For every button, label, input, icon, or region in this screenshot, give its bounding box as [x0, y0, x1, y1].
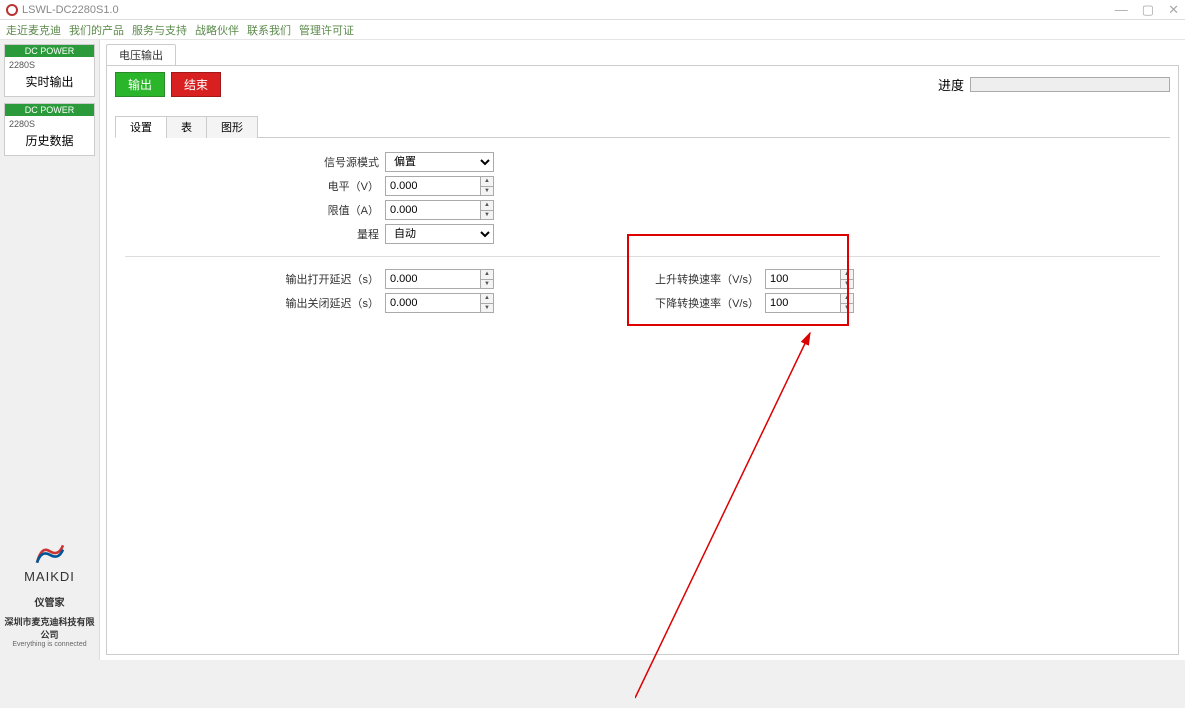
spin-up-icon[interactable]: ▲ — [481, 294, 493, 304]
limit-input[interactable] — [385, 200, 480, 220]
close-delay-label: 输出关闭延迟（s） — [125, 295, 385, 311]
menubar: 走近麦克迪 我们的产品 服务与支持 战略伙伴 联系我们 管理许可证 — [0, 20, 1185, 40]
fall-rate-input[interactable] — [765, 293, 840, 313]
titlebar-left: LSWL-DC2280S1.0 — [6, 4, 119, 16]
range-select[interactable]: 自动 — [385, 224, 494, 244]
end-button[interactable]: 结束 — [171, 72, 221, 97]
spin-up-icon[interactable]: ▲ — [841, 294, 853, 304]
open-delay-label: 输出打开延迟（s） — [125, 271, 385, 287]
titlebar: LSWL-DC2280S1.0 ― ▢ ✕ — [0, 0, 1185, 20]
rise-rate-input[interactable] — [765, 269, 840, 289]
spin-up-icon[interactable]: ▲ — [481, 201, 493, 211]
menu-item-contact[interactable]: 联系我们 — [247, 22, 291, 38]
spin-down-icon[interactable]: ▼ — [481, 304, 493, 313]
spin-up-icon[interactable]: ▲ — [481, 270, 493, 280]
spin-down-icon[interactable]: ▼ — [481, 211, 493, 220]
brand-logo-icon — [32, 541, 68, 567]
limit-label: 限值（A） — [125, 202, 385, 218]
divider — [125, 256, 1160, 257]
spin-up-icon[interactable]: ▲ — [481, 177, 493, 187]
brand-sub: 仪管家 — [4, 594, 95, 609]
progress-label: 进度 — [938, 75, 964, 94]
close-delay-input[interactable] — [385, 293, 480, 313]
sidebar-brand: MAIKDI 仪管家 深圳市麦克迪科技有限公司 Everything is co… — [4, 541, 95, 656]
minimize-icon[interactable]: ― — [1115, 2, 1128, 18]
spin-down-icon[interactable]: ▼ — [481, 187, 493, 196]
sidebar: DC POWER 2280S 实时输出 DC POWER 2280S 历史数据 … — [0, 40, 100, 660]
card-model: 2280S — [9, 60, 90, 70]
rise-rate-label: 上升转换速率（V/s） — [645, 271, 765, 287]
spin-down-icon[interactable]: ▼ — [481, 280, 493, 289]
brand-company: 深圳市麦克迪科技有限公司 — [4, 615, 95, 641]
main-panel: 输出 结束 进度 设置 表 图形 信号源模式 — [106, 65, 1179, 655]
window-title: LSWL-DC2280S1.0 — [22, 4, 119, 16]
spin-down-icon[interactable]: ▼ — [841, 280, 853, 289]
menu-item-service[interactable]: 服务与支持 — [132, 22, 187, 38]
menu-item-partners[interactable]: 战略伙伴 — [195, 22, 239, 38]
level-label: 电平（V） — [125, 178, 385, 194]
fall-rate-label: 下降转换速率（V/s） — [645, 295, 765, 311]
form-area: 信号源模式 偏置 电平（V） ▲▼ — [115, 138, 1170, 331]
output-button[interactable]: 输出 — [115, 72, 165, 97]
card-model: 2280S — [9, 119, 90, 129]
brand-name: MAIKDI — [4, 569, 95, 584]
annotation-arrow-icon — [635, 328, 835, 708]
sidebar-card-realtime[interactable]: DC POWER 2280S 实时输出 — [4, 44, 95, 97]
open-delay-input[interactable] — [385, 269, 480, 289]
brand-tag: Everything is connected — [4, 641, 95, 648]
card-label: 实时输出 — [9, 73, 90, 90]
sidebar-card-history[interactable]: DC POWER 2280S 历史数据 — [4, 103, 95, 156]
main-tab-voltage-output[interactable]: 电压输出 — [106, 44, 176, 65]
range-label: 量程 — [125, 226, 385, 242]
app-icon — [6, 4, 18, 16]
signal-mode-select[interactable]: 偏置 — [385, 152, 494, 172]
spin-up-icon[interactable]: ▲ — [841, 270, 853, 280]
progress-bar — [970, 77, 1170, 92]
card-label: 历史数据 — [9, 132, 90, 149]
maximize-icon[interactable]: ▢ — [1142, 2, 1154, 18]
card-header: DC POWER — [5, 104, 94, 116]
level-input[interactable] — [385, 176, 480, 196]
tab-chart[interactable]: 图形 — [206, 116, 258, 138]
card-header: DC POWER — [5, 45, 94, 57]
menu-item-license[interactable]: 管理许可证 — [299, 22, 354, 38]
tab-table[interactable]: 表 — [166, 116, 207, 138]
menu-item-products[interactable]: 我们的产品 — [69, 22, 124, 38]
tab-settings[interactable]: 设置 — [115, 116, 167, 138]
menu-item-about[interactable]: 走近麦克迪 — [6, 22, 61, 38]
spin-down-icon[interactable]: ▼ — [841, 304, 853, 313]
close-icon[interactable]: ✕ — [1168, 2, 1179, 18]
signal-mode-label: 信号源模式 — [125, 154, 385, 170]
